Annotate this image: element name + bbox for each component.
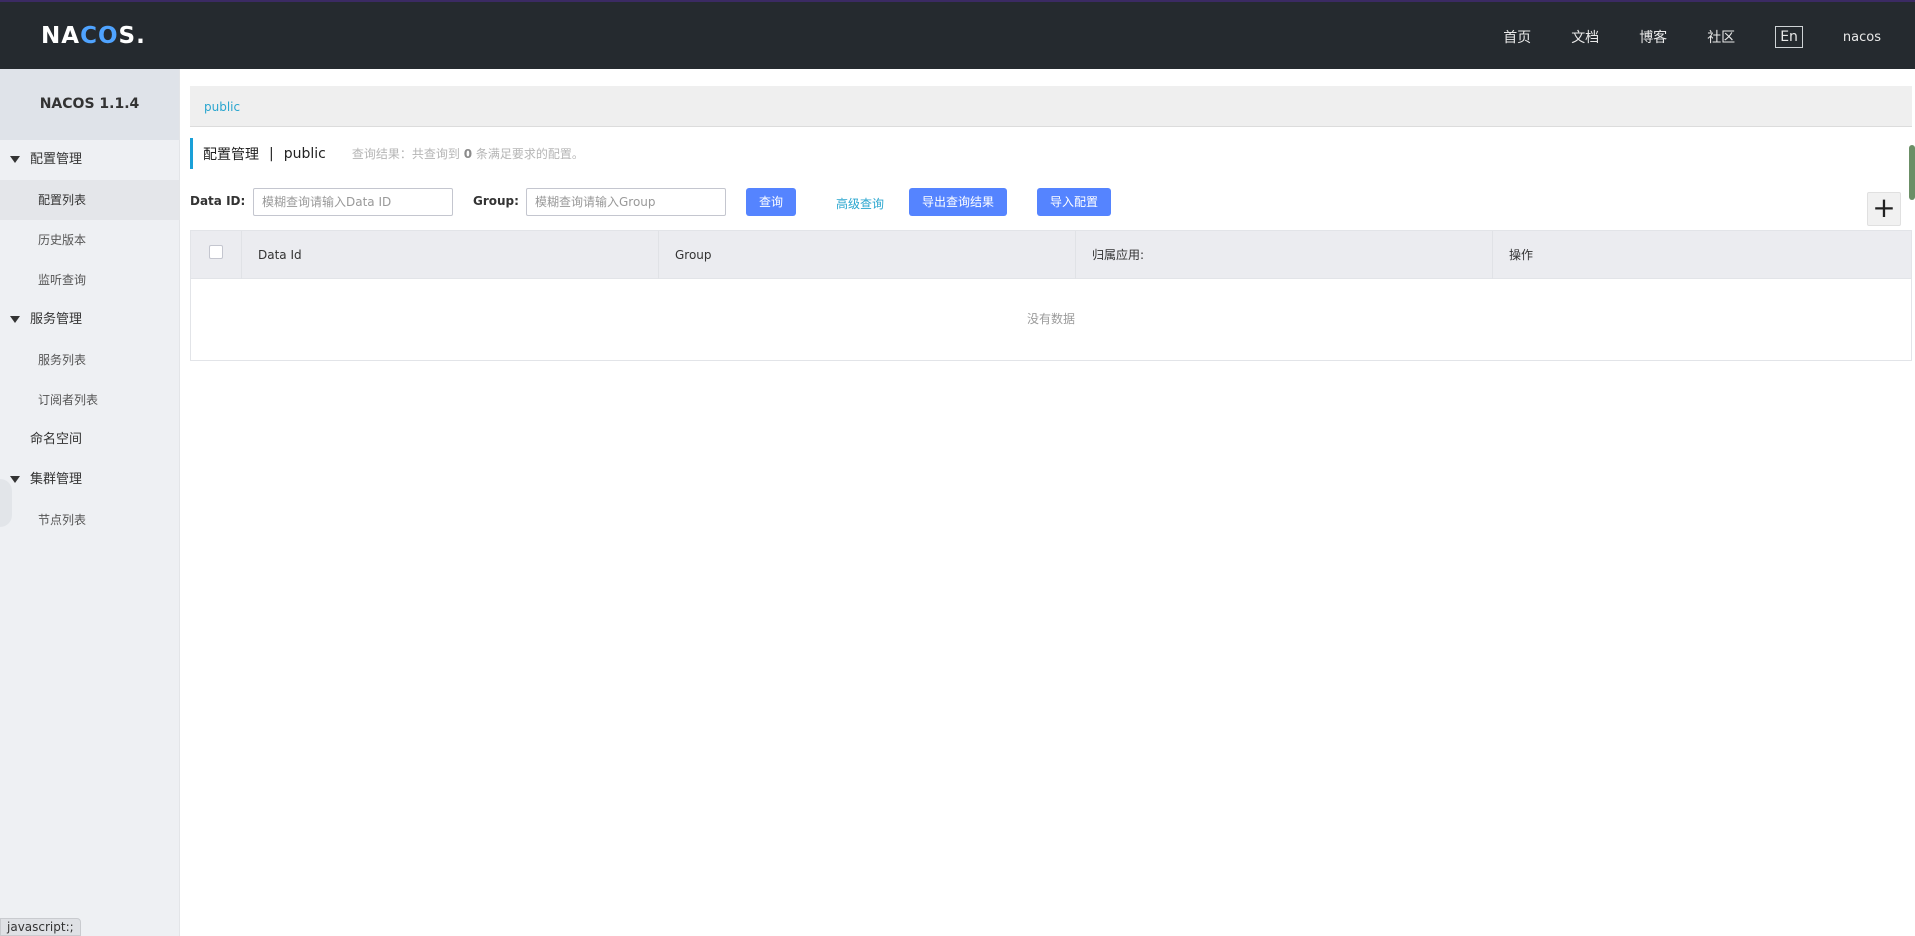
- nav-docs[interactable]: 文档: [1571, 27, 1599, 47]
- page-title: 配置管理: [203, 146, 259, 163]
- dataid-label: Data ID:: [190, 194, 246, 208]
- import-config-button[interactable]: 导入配置: [1037, 188, 1111, 216]
- sidebar-collapse-handle[interactable]: [0, 479, 12, 527]
- nav-blog[interactable]: 博客: [1639, 27, 1667, 47]
- menu-group-label: 集群管理: [30, 472, 83, 487]
- config-table: Data Id Group 归属应用: 操作 没有数据: [190, 230, 1912, 361]
- menu-group-label: 服务管理: [30, 312, 83, 327]
- nav-community[interactable]: 社区: [1707, 27, 1735, 47]
- top-nav: 首页 文档 博客 社区 En nacos: [1463, 26, 1881, 48]
- sidebar: NACOS 1.1.4 配置管理 配置列表 历史版本 监听查询 服务管理 服务列…: [0, 69, 180, 936]
- sidebar-item-config-list[interactable]: 配置列表: [0, 180, 179, 220]
- sidebar-item-history[interactable]: 历史版本: [0, 220, 179, 260]
- group-input[interactable]: 模糊查询请输入Group: [526, 188, 726, 216]
- namespace-link-public[interactable]: public: [204, 100, 240, 114]
- main-content: public 配置管理 | public 查询结果：共查询到 0 条满足要求的配…: [190, 69, 1915, 936]
- namespace-bar: public: [190, 86, 1912, 127]
- caret-down-icon: [10, 156, 20, 163]
- table-header: Data Id Group 归属应用: 操作: [191, 231, 1911, 279]
- advanced-query-link[interactable]: 高级查询: [836, 195, 884, 212]
- sidebar-item-node-list[interactable]: 节点列表: [0, 500, 179, 540]
- dataid-input[interactable]: 模糊查询请输入Data ID: [253, 188, 453, 216]
- top-header: NACOS. 首页 文档 博客 社区 En nacos: [0, 0, 1915, 69]
- select-all-checkbox[interactable]: [209, 245, 223, 259]
- sidebar-item-namespace[interactable]: 命名空间: [0, 420, 179, 460]
- search-row: Data ID: 模糊查询请输入Data ID Group: 模糊查询请输入Gr…: [190, 188, 1912, 216]
- caret-down-icon: [10, 476, 20, 483]
- language-toggle[interactable]: En: [1775, 26, 1803, 48]
- menu-group-cluster[interactable]: 集群管理: [0, 460, 179, 500]
- query-button[interactable]: 查询: [746, 188, 796, 216]
- column-header-dataid[interactable]: Data Id: [242, 231, 659, 279]
- group-label: Group:: [473, 194, 519, 208]
- sidebar-item-listener-query[interactable]: 监听查询: [0, 260, 179, 300]
- menu-group-label: 命名空间: [30, 432, 83, 447]
- namespace-name: public: [283, 145, 326, 162]
- column-header-actions: 操作: [1509, 248, 1534, 262]
- sidebar-item-subscriber-list[interactable]: 订阅者列表: [0, 380, 179, 420]
- scrollbar-thumb[interactable]: [1909, 145, 1915, 200]
- export-results-button[interactable]: 导出查询结果: [909, 188, 1007, 216]
- nav-home[interactable]: 首页: [1503, 27, 1531, 47]
- column-header-group[interactable]: Group: [659, 231, 1076, 279]
- title-separator: |: [269, 145, 274, 162]
- page-title-row: 配置管理 | public 查询结果：共查询到 0 条满足要求的配置。: [190, 138, 1890, 169]
- table-empty-text: 没有数据: [1026, 312, 1075, 326]
- menu-group-service[interactable]: 服务管理: [0, 300, 179, 340]
- add-config-button[interactable]: +: [1867, 192, 1901, 226]
- user-menu[interactable]: nacos: [1843, 30, 1881, 45]
- result-count: 0: [463, 147, 473, 161]
- status-bar-url: javascript:;: [0, 918, 81, 936]
- select-all-cell: [191, 231, 242, 279]
- nacos-logo[interactable]: NACOS.: [41, 23, 146, 49]
- caret-down-icon: [10, 316, 20, 323]
- column-header-app[interactable]: 归属应用:: [1076, 231, 1493, 279]
- menu-group-config[interactable]: 配置管理: [0, 140, 179, 180]
- sidebar-title: NACOS 1.1.4: [0, 69, 179, 140]
- menu-group-label: 配置管理: [30, 152, 83, 167]
- title-accent-bar: [190, 138, 193, 169]
- result-summary: 查询结果：共查询到 0 条满足要求的配置。: [351, 147, 584, 161]
- sidebar-item-service-list[interactable]: 服务列表: [0, 340, 179, 380]
